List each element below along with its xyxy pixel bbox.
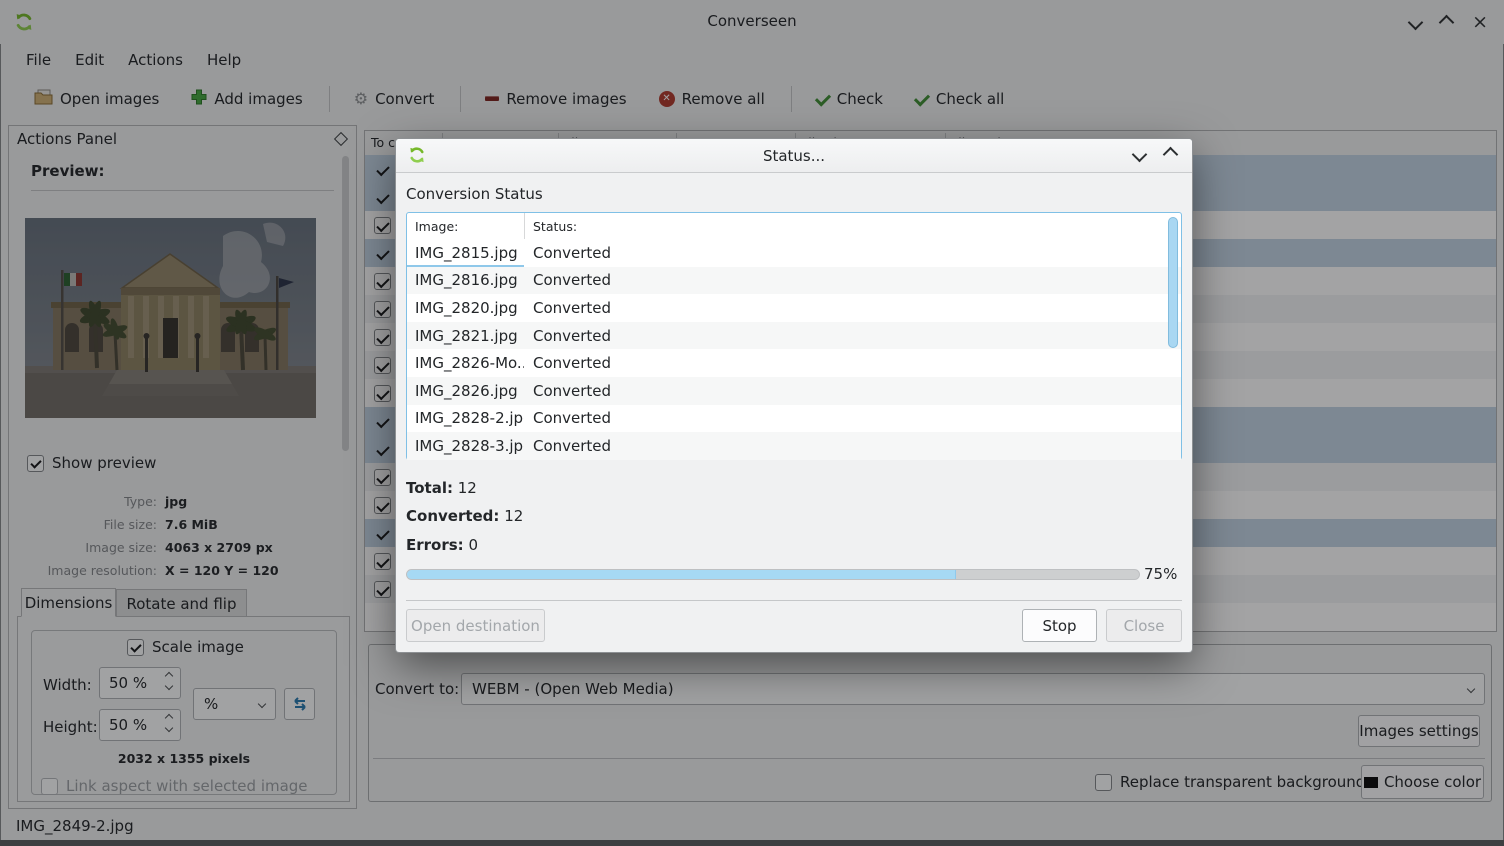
converted-line: Converted: 12	[406, 507, 523, 525]
conversion-row-status: Converted	[524, 382, 611, 400]
total-line: Total: 12	[406, 479, 477, 497]
list-scrollbar[interactable]	[1168, 217, 1178, 348]
close-button[interactable]: Close	[1106, 609, 1182, 642]
conversion-list: Image: Status: IMG_2815.jpgConvertedIMG_…	[406, 212, 1182, 460]
conversion-row[interactable]: IMG_2828-3.jpgConverted	[407, 432, 1181, 460]
errors-line: Errors: 0	[406, 536, 478, 554]
conversion-row-filename: IMG_2815.jpg	[407, 239, 524, 267]
conversion-row-status: Converted	[524, 244, 611, 262]
conversion-row[interactable]: IMG_2816.jpgConverted	[407, 267, 1181, 295]
converseen-window: Converseen × File Edit Actions Help Open…	[0, 0, 1504, 846]
progress-percent: 75%	[1144, 565, 1177, 583]
dialog-title: Status...	[396, 147, 1192, 165]
status-dialog: Status... Conversion Status Image: Statu…	[396, 139, 1192, 652]
conversion-row-status: Converted	[524, 299, 611, 317]
conversion-row[interactable]: IMG_2815.jpgConverted	[407, 239, 1181, 267]
conversion-row-filename: IMG_2826-Mo...	[407, 349, 524, 377]
conversion-row[interactable]: IMG_2826.jpgConverted	[407, 377, 1181, 405]
conversion-row[interactable]: IMG_2828-2.jpgConverted	[407, 405, 1181, 433]
column-image[interactable]: Image:	[407, 213, 524, 239]
conversion-row-filename: IMG_2821.jpg	[407, 322, 524, 350]
conversion-status-heading: Conversion Status	[406, 185, 543, 203]
progress-bar	[406, 569, 1140, 580]
conversion-row-filename: IMG_2828-2.jpg	[407, 405, 524, 433]
conversion-row[interactable]: IMG_2826-Mo...Converted	[407, 349, 1181, 377]
dialog-title-bar[interactable]: Status...	[396, 139, 1192, 173]
conversion-row-filename: IMG_2820.jpg	[407, 294, 524, 322]
conversion-list-header[interactable]: Image: Status:	[407, 213, 1181, 240]
column-status[interactable]: Status:	[524, 213, 577, 239]
progress-fill	[407, 570, 956, 579]
conversion-row[interactable]: IMG_2821.jpgConverted	[407, 322, 1181, 350]
dialog-minimize-icon[interactable]	[1132, 147, 1148, 163]
conversion-row-status: Converted	[524, 327, 611, 345]
conversion-row-status: Converted	[524, 354, 611, 372]
stop-button[interactable]: Stop	[1022, 609, 1097, 642]
dialog-maximize-icon[interactable]	[1163, 147, 1179, 163]
conversion-row-status: Converted	[524, 409, 611, 427]
conversion-row-filename: IMG_2828-3.jpg	[407, 432, 524, 460]
conversion-row-status: Converted	[524, 271, 611, 289]
conversion-row-filename: IMG_2826.jpg	[407, 377, 524, 405]
conversion-row-filename: IMG_2816.jpg	[407, 267, 524, 295]
divider	[406, 600, 1182, 601]
open-destination-button[interactable]: Open destination	[406, 609, 545, 642]
conversion-row-status: Converted	[524, 437, 611, 455]
conversion-row[interactable]: IMG_2820.jpgConverted	[407, 294, 1181, 322]
